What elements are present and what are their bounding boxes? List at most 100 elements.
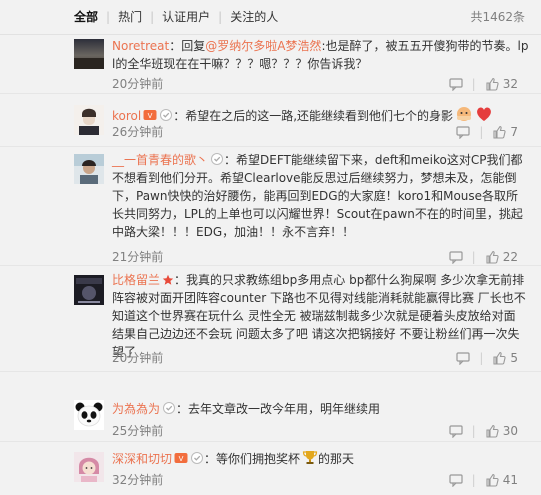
- comment-meta: 20分钟前 | 32: [112, 75, 530, 93]
- like-button[interactable]: 30: [485, 422, 518, 440]
- username[interactable]: 为為為为: [112, 402, 160, 416]
- colon: ：: [174, 273, 187, 287]
- avatar[interactable]: [74, 154, 104, 184]
- comment-icon: [449, 474, 463, 488]
- comment-text: Noretreat：回复@罗纳尔多啦A梦浩然:也是醉了，被五五开傻狗带的节奏。l…: [112, 37, 530, 73]
- avatar[interactable]: [74, 275, 104, 305]
- comment-item: Noretreat：回复@罗纳尔多啦A梦浩然:也是醉了，被五五开傻狗带的节奏。l…: [0, 35, 541, 94]
- comment-icon: [456, 352, 470, 366]
- tab-divider: |: [106, 10, 111, 24]
- comment-body-end: 的那天: [318, 452, 355, 466]
- action-divider: |: [479, 351, 484, 365]
- verified-icon: [162, 401, 176, 418]
- comment-time: 21分钟前: [112, 250, 164, 264]
- reply-button[interactable]: [449, 75, 463, 93]
- like-count: 32: [502, 77, 518, 91]
- tab-divider: |: [218, 10, 223, 24]
- avatar[interactable]: [74, 105, 104, 135]
- tab-following[interactable]: 关注的人: [230, 10, 278, 24]
- like-count: 5: [510, 351, 518, 365]
- mention-link[interactable]: @罗纳尔多啦A梦浩然: [205, 39, 321, 53]
- thumbs-up-icon: [493, 125, 506, 139]
- comment-body: 去年文章改一改今年用，明年继续用: [188, 402, 381, 416]
- comment-item: korol V ：希望在之后的这一路,还能继续看到他们七个的身影 26分钟前 | 7: [0, 95, 541, 147]
- like-count: 22: [502, 250, 518, 264]
- verified-icon: [190, 451, 204, 468]
- comment-time: 20分钟前: [112, 77, 164, 91]
- comment-meta: 25分钟前 | 30: [112, 422, 530, 440]
- comment-meta: 20分钟前 | 5: [112, 349, 530, 367]
- total-comment-count: 共1462条: [470, 10, 525, 24]
- reply-button[interactable]: [456, 349, 470, 367]
- action-divider: |: [479, 125, 484, 139]
- reply-button[interactable]: [456, 123, 470, 141]
- tab-all[interactable]: 全部: [74, 10, 98, 24]
- like-count: 41: [502, 473, 518, 487]
- like-button[interactable]: 7: [492, 123, 518, 141]
- like-count: 7: [510, 125, 518, 139]
- comment-icon: [449, 78, 463, 92]
- comment-item: 为為為为 ：去年文章改一改今年用，明年继续用 25分钟前 | 30: [0, 396, 541, 442]
- comment-body: 希望在之后的这一路,还能继续看到他们七个的身影: [185, 109, 454, 123]
- comment-item: __一首青春的歌丶 ：希望DEFT能继续留下来，deft和meiko这对CP我们都…: [0, 148, 541, 266]
- star-icon: [162, 274, 174, 289]
- thumbs-up-icon: [486, 473, 499, 487]
- like-button[interactable]: 41: [485, 471, 518, 489]
- vip-badge: V: [174, 451, 188, 468]
- comment-time: 20分钟前: [112, 351, 164, 365]
- username[interactable]: __一首青春的歌丶: [112, 153, 208, 167]
- reply-prefix: 回复: [181, 39, 206, 53]
- action-divider: |: [471, 473, 476, 487]
- like-count: 30: [502, 424, 518, 438]
- comment-icon: [449, 425, 463, 439]
- avatar[interactable]: [74, 400, 104, 430]
- comment-text: __一首青春的歌丶 ：希望DEFT能继续留下来，deft和meiko这对CP我们都…: [112, 151, 530, 241]
- comment-actions: | 30: [449, 422, 518, 440]
- comment-text: 深深和切切 V ：等你们拥抱奖杯 的那天: [112, 449, 530, 468]
- username[interactable]: 比格留兰: [112, 273, 160, 287]
- username[interactable]: Noretreat: [112, 39, 169, 53]
- comment-panel: 全部 | 热门 | 认证用户 | 关注的人 共1462条 Noretreat：回复@罗纳尔多…: [0, 0, 541, 495]
- comment-meta: 21分钟前 | 22: [112, 248, 530, 266]
- thumbs-up-icon: [486, 250, 499, 264]
- avatar[interactable]: [74, 39, 104, 69]
- thumbs-up-icon: [486, 424, 499, 438]
- comment-meta: 32分钟前 | 41: [112, 471, 530, 489]
- colon: ：: [204, 452, 217, 466]
- tab-verified[interactable]: 认证用户: [162, 10, 210, 24]
- reply-button[interactable]: [449, 248, 463, 266]
- comment-body: 等你们拥抱奖杯: [216, 452, 301, 466]
- comment-time: 32分钟前: [112, 473, 164, 487]
- comment-time: 25分钟前: [112, 424, 164, 438]
- username[interactable]: korol: [112, 109, 141, 123]
- svg-text:V: V: [179, 455, 184, 463]
- colon: ：: [176, 402, 189, 416]
- comment-time: 26分钟前: [112, 125, 164, 139]
- comment-text: 为為為为 ：去年文章改一改今年用，明年继续用: [112, 400, 530, 418]
- trophy-icon: [302, 449, 318, 468]
- colon: ：: [173, 109, 186, 123]
- action-divider: |: [471, 77, 476, 91]
- comment-actions: | 41: [449, 471, 518, 489]
- username[interactable]: 深深和切切: [112, 452, 172, 466]
- verified-icon: [210, 152, 224, 169]
- action-divider: |: [471, 424, 476, 438]
- like-button[interactable]: 5: [492, 349, 518, 367]
- reply-button[interactable]: [449, 471, 463, 489]
- avatar[interactable]: [74, 452, 104, 482]
- thumbs-up-icon: [486, 77, 499, 91]
- svg-text:V: V: [148, 112, 153, 120]
- like-button[interactable]: 32: [485, 75, 518, 93]
- comment-icon: [449, 251, 463, 265]
- comment-text: 比格留兰 ：我真的只求教练组bp多用点心 bp都什么狗屎啊 多少次拿无前排阵容被对…: [112, 271, 530, 361]
- action-divider: |: [471, 250, 476, 264]
- comment-actions: | 22: [449, 248, 518, 266]
- tab-hot[interactable]: 热门: [118, 10, 142, 24]
- comment-meta: 26分钟前 | 7: [112, 123, 530, 141]
- like-button[interactable]: 22: [485, 248, 518, 266]
- colon: ：: [169, 39, 182, 53]
- tab-divider: |: [150, 10, 155, 24]
- comment-item: 比格留兰 ：我真的只求教练组bp多用点心 bp都什么狗屎啊 多少次拿无前排阵容被对…: [0, 267, 541, 372]
- comment-item: 深深和切切 V ：等你们拥抱奖杯 的那天 32分钟前 | 41: [0, 443, 541, 495]
- reply-button[interactable]: [449, 422, 463, 440]
